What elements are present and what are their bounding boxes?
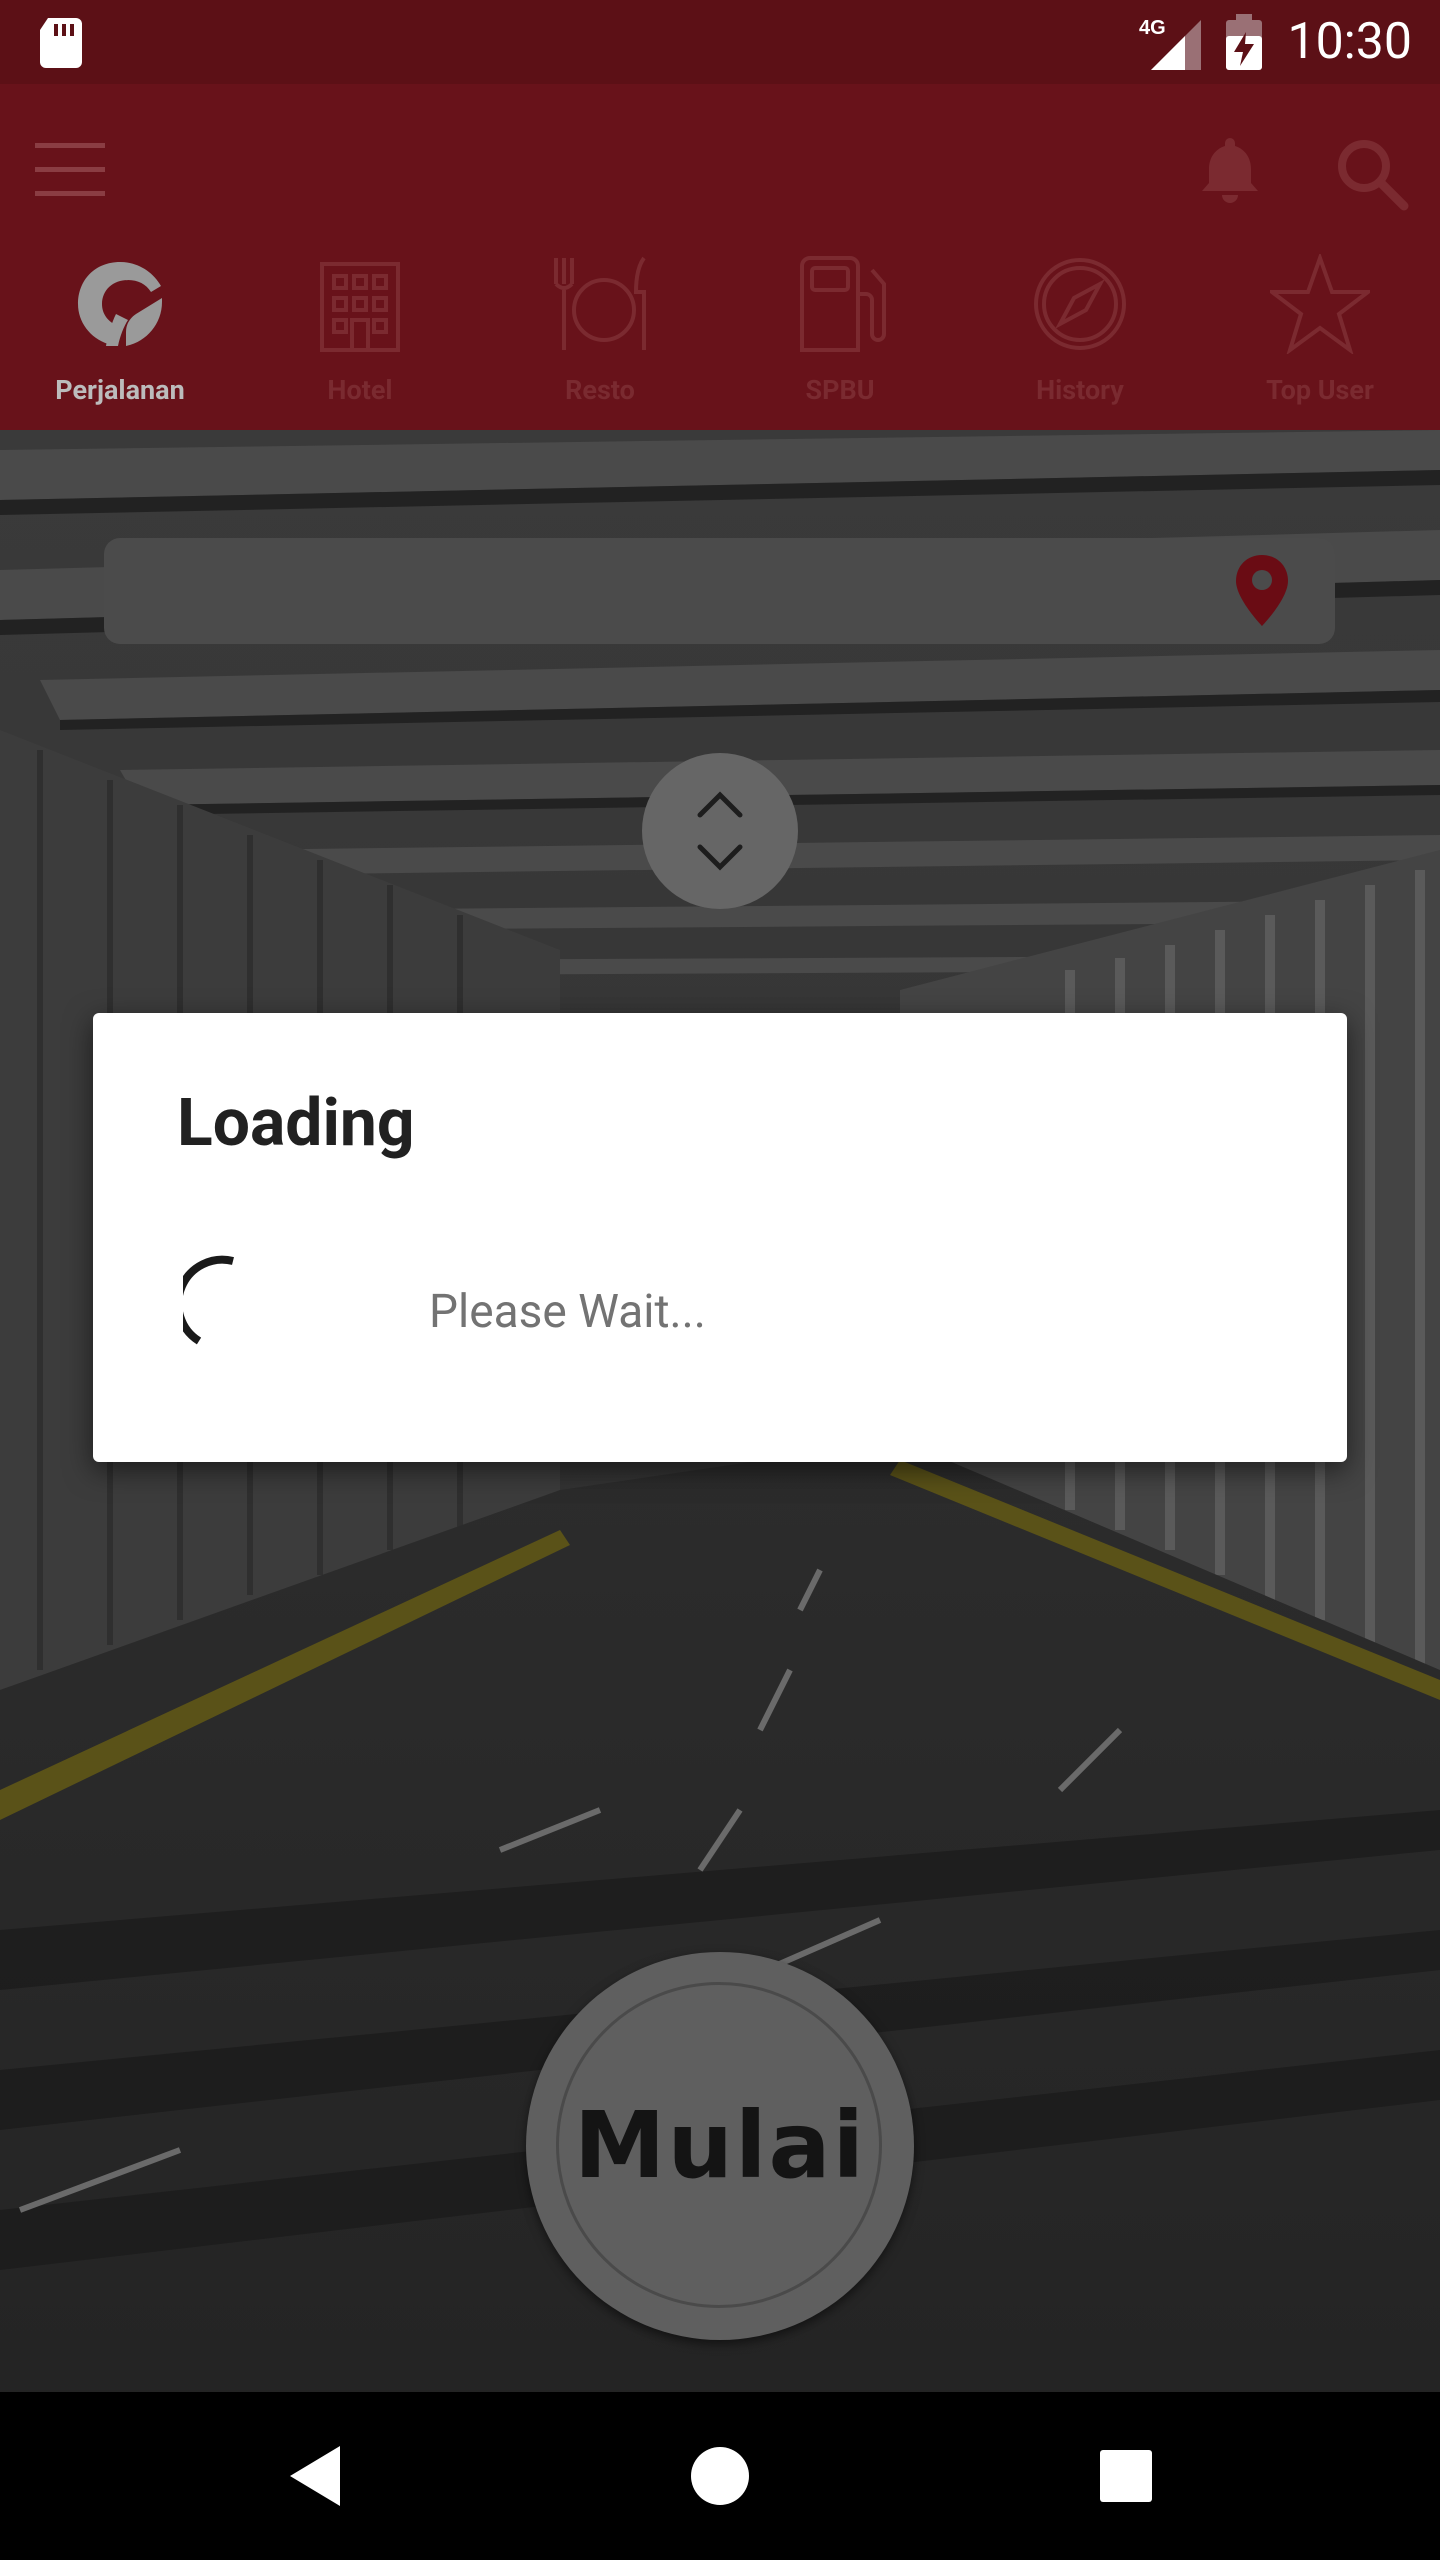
back-button[interactable]: [278, 2436, 358, 2516]
home-button[interactable]: [680, 2436, 760, 2516]
tab-label: Hotel: [327, 374, 393, 406]
hamburger-icon: [35, 143, 105, 196]
star-icon: [1270, 254, 1370, 354]
app-bar: Perjalanan Hotel Resto SPBU History Top …: [0, 84, 1440, 430]
compass-icon: [1034, 258, 1126, 350]
system-navigation-bar: [0, 2392, 1440, 2560]
loading-dialog: Loading Please Wait...: [93, 1013, 1347, 1462]
tab-label: SPBU: [805, 374, 875, 406]
building-icon: [320, 262, 400, 352]
start-button-label: Mulai: [573, 2092, 867, 2199]
tab-history[interactable]: History: [960, 254, 1200, 414]
start-button[interactable]: Mulai: [526, 1952, 914, 2340]
search-icon: [1338, 140, 1409, 211]
road-helmet-icon: [78, 262, 162, 346]
home-circle-icon: [691, 2447, 749, 2505]
back-triangle-icon: [290, 2446, 340, 2506]
status-bar: 4G 10:30: [0, 0, 1440, 84]
battery-icon: [1226, 14, 1262, 74]
tab-label: Top User: [1266, 374, 1374, 406]
tab-hotel[interactable]: Hotel: [240, 254, 480, 414]
network-type: 4G: [1139, 17, 1166, 39]
tab-label: History: [1036, 374, 1124, 406]
search-button[interactable]: [1332, 134, 1412, 214]
tab-resto[interactable]: Resto: [480, 254, 720, 414]
tab-top-user[interactable]: Top User: [1200, 254, 1440, 414]
loading-spinner-icon: [183, 1255, 234, 1345]
destination-input[interactable]: [104, 538, 1335, 644]
sd-card-icon: [40, 18, 82, 72]
menu-button[interactable]: [30, 129, 110, 209]
fuel-pump-icon: [800, 256, 886, 352]
bell-icon: [1202, 138, 1258, 203]
dialog-message: Please Wait...: [429, 1285, 706, 1339]
location-pin-icon[interactable]: [1232, 553, 1292, 628]
tab-spbu[interactable]: SPBU: [720, 254, 960, 414]
recents-button[interactable]: [1086, 2436, 1166, 2516]
tab-perjalanan[interactable]: Perjalanan: [0, 254, 240, 414]
clock: 10:30: [1287, 13, 1412, 71]
cell-signal-icon: 4G: [1137, 14, 1201, 74]
dialog-title: Loading: [177, 1085, 415, 1162]
swap-button[interactable]: [642, 753, 798, 909]
notifications-button[interactable]: [1195, 134, 1265, 204]
chevron-up-down-icon: [697, 791, 743, 871]
recents-square-icon: [1100, 2450, 1152, 2502]
tab-label: Perjalanan: [55, 374, 185, 406]
restaurant-icon: [554, 256, 646, 350]
tab-label: Resto: [565, 374, 635, 406]
